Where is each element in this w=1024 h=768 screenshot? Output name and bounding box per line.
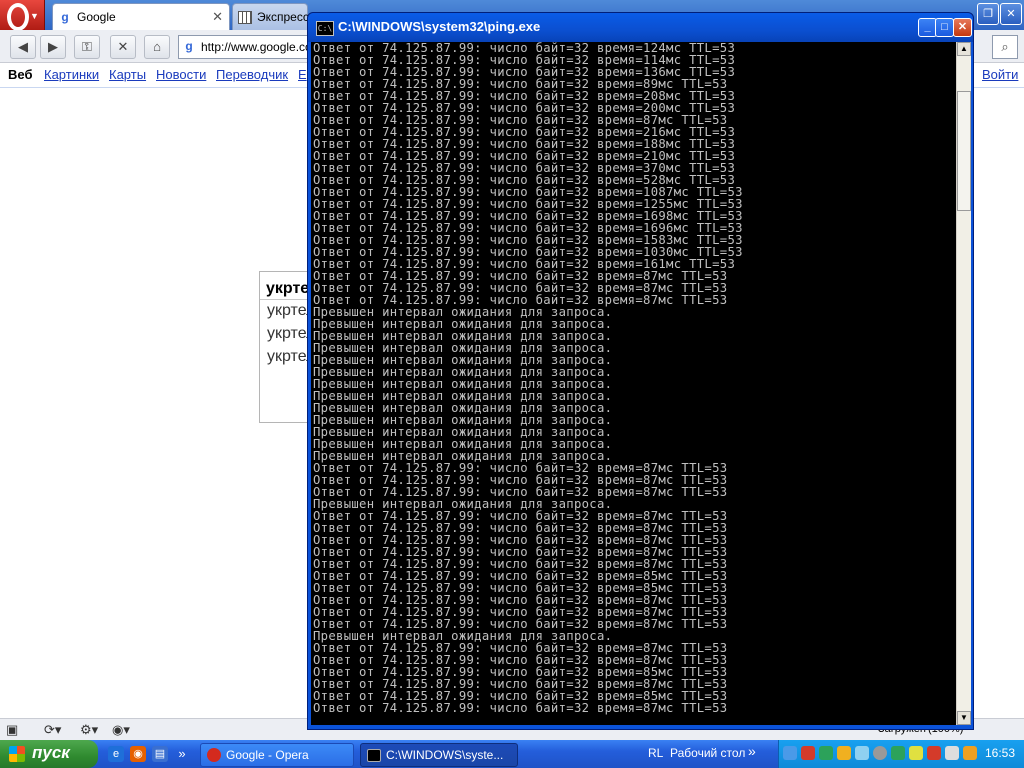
panel-toggle-icon[interactable]: ▣ — [6, 722, 18, 738]
desktop-toolbar-label[interactable]: Рабочий стол — [670, 746, 745, 760]
close-button[interactable]: ✕ — [953, 18, 972, 37]
show-desktop-icon[interactable]: ▤ — [152, 746, 168, 762]
taskbar-item-console[interactable]: C:\WINDOWS\syste... — [360, 743, 518, 767]
system-tray: 16:53 — [778, 740, 1024, 768]
search-icon[interactable]: ⌕ — [992, 35, 1018, 59]
close-window-icon[interactable]: ✕ — [1000, 3, 1022, 25]
console-icon[interactable]: C:\ — [316, 21, 334, 36]
console-output: Ответ от 74.125.87.99: число байт=32 вре… — [311, 42, 956, 725]
start-label: пуск — [32, 743, 70, 762]
console-lines: Ответ от 74.125.87.99: число байт=32 вре… — [313, 42, 743, 714]
console-title: C:\WINDOWS\system32\ping.exe — [338, 19, 541, 34]
ie-icon[interactable]: e — [108, 746, 124, 762]
tray-app-icon[interactable] — [873, 746, 887, 760]
console-line: Ответ от 74.125.87.99: число байт=32 вре… — [313, 701, 728, 715]
wand-key-icon[interactable]: ⚿ — [74, 35, 100, 59]
address-bar[interactable]: g http://www.google.com — [178, 35, 312, 59]
opera-menu-button[interactable]: ▼ — [0, 0, 45, 31]
console-icon — [367, 749, 381, 762]
windows-flag-icon — [9, 746, 25, 762]
speed-dial-icon — [238, 11, 252, 24]
nav-translate[interactable]: Переводчик — [216, 67, 288, 82]
tray-app-icon[interactable] — [927, 746, 941, 760]
opera-icon — [207, 748, 221, 762]
close-icon[interactable]: ✕ — [212, 9, 223, 25]
maximize-button[interactable]: □ — [935, 18, 954, 37]
ping-console-window: C:\ C:\WINDOWS\system32\ping.exe _ □ ✕ О… — [307, 12, 974, 730]
language-indicator[interactable]: RL — [648, 746, 663, 760]
google-favicon-icon: g — [58, 10, 72, 24]
console-titlebar[interactable]: C:\ C:\WINDOWS\system32\ping.exe _ □ ✕ — [308, 13, 973, 42]
volume-icon[interactable] — [945, 746, 959, 760]
unite-icon[interactable]: ⚙▾ — [80, 722, 98, 738]
taskbar-item-opera[interactable]: Google - Opera — [200, 743, 354, 767]
chevron-down-icon: ▼ — [30, 11, 39, 21]
opera-logo-icon — [7, 3, 29, 31]
scroll-up-arrow-icon[interactable]: ▲ — [957, 42, 971, 56]
stop-button[interactable]: ✕ — [110, 35, 136, 59]
vertical-scrollbar[interactable]: ▲ ▼ — [956, 42, 971, 725]
nav-more[interactable]: Е — [298, 67, 307, 82]
task-label: Google - Opera — [226, 748, 309, 762]
forward-button[interactable]: ▶ — [40, 35, 66, 59]
tab-label: Google — [77, 10, 116, 24]
nav-web: Веб — [8, 67, 33, 82]
tray-app-icon[interactable] — [855, 746, 869, 760]
quick-launch-chevron-icon[interactable]: » — [174, 746, 190, 762]
tray-app-icon[interactable] — [891, 746, 905, 760]
google-favicon-icon: g — [185, 39, 193, 53]
taskbar: пуск e ◉ ▤ » Google - Opera C:\WINDOWS\s… — [0, 740, 1024, 768]
restore-icon[interactable]: ❐ — [977, 3, 999, 25]
scroll-thumb[interactable] — [957, 91, 971, 211]
tray-app-icon[interactable] — [963, 746, 977, 760]
address-url: http://www.google.com — [201, 40, 309, 54]
nav-news[interactable]: Новости — [156, 67, 206, 82]
tray-app-icon[interactable] — [909, 746, 923, 760]
tray-network-icon[interactable] — [783, 746, 797, 760]
firefox-icon[interactable]: ◉ — [130, 746, 146, 762]
login-link[interactable]: Войти — [982, 67, 1018, 82]
scroll-down-arrow-icon[interactable]: ▼ — [957, 711, 971, 725]
tray-update-icon[interactable] — [819, 746, 833, 760]
turbo-icon[interactable]: ◉▾ — [112, 722, 130, 738]
back-button[interactable]: ◀ — [10, 35, 36, 59]
task-label: C:\WINDOWS\syste... — [386, 748, 504, 762]
tab-google[interactable]: g Google ✕ — [52, 3, 230, 31]
toolbar-chevron-icon[interactable]: » — [748, 743, 756, 759]
tray-antivirus-icon[interactable] — [801, 746, 815, 760]
nav-maps[interactable]: Карты — [109, 67, 146, 82]
start-button[interactable]: пуск — [0, 740, 98, 768]
tab-label: Экспресс- — [257, 10, 313, 24]
clock: 16:53 — [985, 746, 1016, 760]
home-button[interactable]: ⌂ — [144, 35, 170, 59]
nav-images[interactable]: Картинки — [44, 67, 99, 82]
tab-speed-dial[interactable]: Экспресс- — [232, 3, 313, 31]
sync-icon[interactable]: ⟳▾ — [44, 722, 61, 738]
tray-app-icon[interactable] — [837, 746, 851, 760]
